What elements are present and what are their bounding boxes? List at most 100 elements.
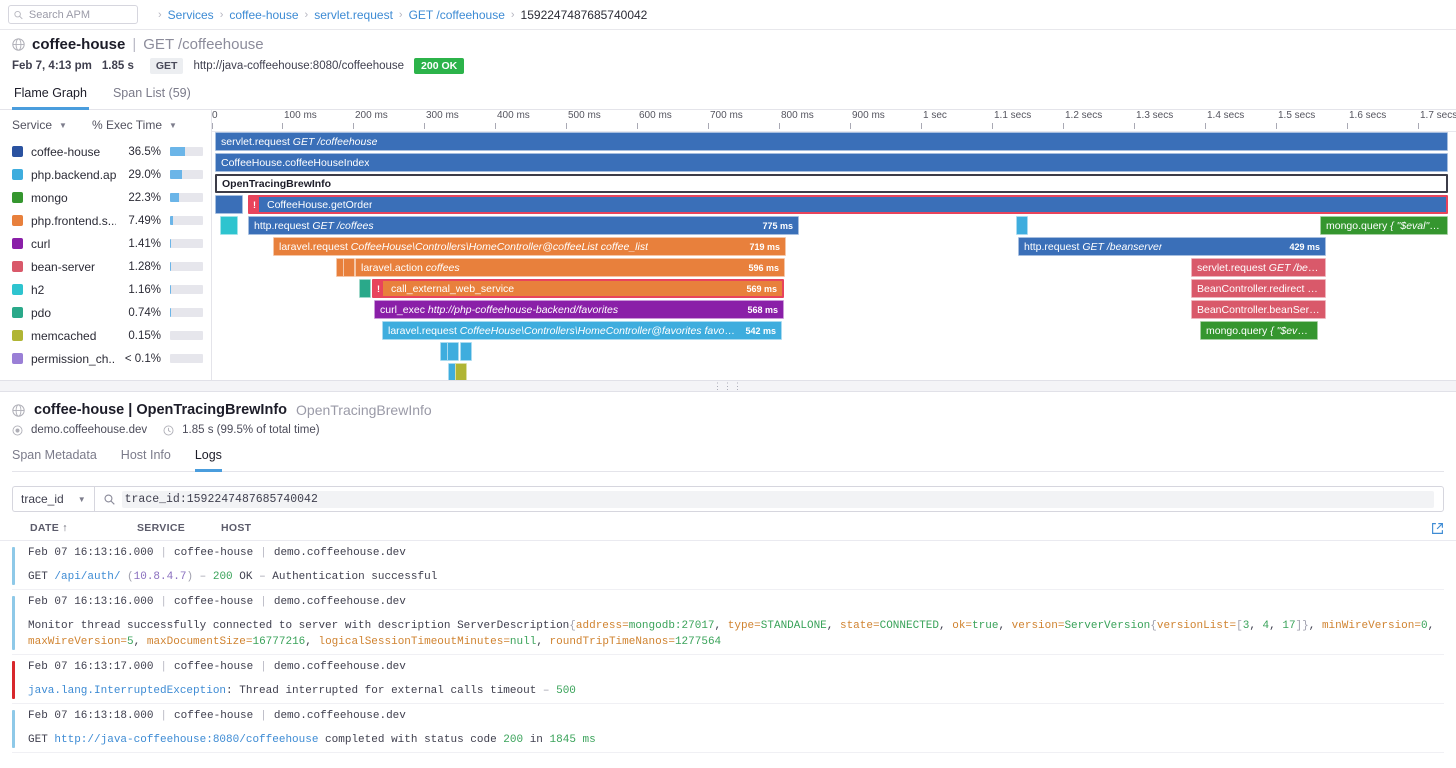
- flame-bar[interactable]: laravel.request CoffeeHouse\Controllers\…: [382, 321, 782, 340]
- flame-bar[interactable]: [215, 195, 243, 214]
- search-input[interactable]: [27, 8, 132, 22]
- log-token: 1277564: [675, 636, 721, 648]
- breadcrumb-sep: ›: [399, 9, 403, 21]
- flame-bar[interactable]: servlet.request GET /beanse...: [1191, 258, 1326, 277]
- error-marker-icon: !: [374, 281, 383, 296]
- top-bar: › Services › coffee-house › servlet.requ…: [0, 0, 1456, 30]
- service-color-swatch: [12, 192, 23, 203]
- exec-time-column-header[interactable]: % Exec Time ▼: [92, 118, 203, 132]
- service-legend-row[interactable]: bean-server1.28%: [0, 255, 211, 278]
- exec-time-column-label: % Exec Time: [92, 118, 162, 132]
- flame-bar[interactable]: curl_exec http://php-coffeehouse-backend…: [374, 300, 784, 319]
- log-token: ,: [939, 620, 952, 632]
- log-token: 500: [556, 685, 576, 697]
- axis-tick-label: 700 ms: [710, 110, 743, 121]
- flame-bar[interactable]: [359, 279, 371, 298]
- log-col-service[interactable]: SERVICE: [137, 522, 221, 534]
- service-column-header[interactable]: Service ▼: [12, 118, 92, 132]
- axis-tick-mark: [992, 123, 993, 129]
- tab-span-list[interactable]: Span List (59): [111, 82, 193, 110]
- log-entry[interactable]: Feb 07 16:13:16.000|coffee-house|demo.co…: [12, 541, 1444, 590]
- log-col-date[interactable]: DATE ↑: [12, 522, 137, 534]
- log-facet-select[interactable]: trace_id ▼: [12, 486, 94, 512]
- flame-graph-canvas[interactable]: 0100 ms200 ms300 ms400 ms500 ms600 ms700…: [212, 110, 1456, 380]
- flame-bar[interactable]: servlet.request GET /coffeehouse: [215, 132, 1448, 151]
- log-date: Feb 07 16:13:17.000: [28, 661, 153, 673]
- flame-bar[interactable]: [460, 342, 472, 361]
- breadcrumb-item-resource[interactable]: GET /coffeehouse: [409, 8, 505, 22]
- service-legend-row[interactable]: permission_ch...< 0.1%: [0, 347, 211, 370]
- flame-bar[interactable]: BeanController.beanServe...: [1191, 300, 1326, 319]
- flame-bar[interactable]: !call_external_web_service569 ms: [372, 279, 784, 298]
- service-name: memcached: [31, 329, 116, 343]
- service-name: coffee-house: [31, 145, 116, 159]
- axis-tick-mark: [495, 123, 496, 129]
- tab-span-metadata[interactable]: Span Metadata: [12, 448, 97, 472]
- trace-timestamp: Feb 7, 4:13 pm: [12, 60, 92, 72]
- external-link-icon[interactable]: [1431, 522, 1444, 535]
- log-entry[interactable]: Feb 07 16:13:17.000|coffee-house|demo.co…: [12, 655, 1444, 704]
- service-column-label: Service: [12, 118, 52, 132]
- flame-bar[interactable]: [220, 216, 238, 235]
- flame-bar[interactable]: laravel.action coffees596 ms: [355, 258, 785, 277]
- flame-bar[interactable]: [455, 363, 467, 380]
- log-token: 5: [127, 636, 134, 648]
- flame-bar[interactable]: mongo.query { "$eval" : "?",: [1320, 216, 1448, 235]
- breadcrumb-item-servlet-request[interactable]: servlet.request: [314, 8, 393, 22]
- log-query-box[interactable]: [94, 486, 1444, 512]
- service-legend-row[interactable]: php.backend.api29.0%: [0, 163, 211, 186]
- service-legend-row[interactable]: coffee-house36.5%: [0, 140, 211, 163]
- log-service: coffee-house: [174, 710, 253, 722]
- service-legend-row[interactable]: memcached0.15%: [0, 324, 211, 347]
- flame-bar[interactable]: BeanController.redirect 182...: [1191, 279, 1326, 298]
- log-col-host[interactable]: HOST: [221, 522, 1444, 534]
- breadcrumb-item-services[interactable]: Services: [168, 8, 214, 22]
- flame-bar[interactable]: laravel.request CoffeeHouse\Controllers\…: [273, 237, 786, 256]
- service-exec-pct: 22.3%: [116, 192, 161, 204]
- breadcrumb-item-coffee-house[interactable]: coffee-house: [229, 8, 298, 22]
- log-entry-body: Feb 07 16:13:17.000|coffee-house|demo.co…: [28, 661, 1444, 699]
- clock-icon: [163, 425, 174, 436]
- service-legend-row[interactable]: mongo22.3%: [0, 186, 211, 209]
- tab-host-info[interactable]: Host Info: [121, 448, 171, 472]
- log-token: ,: [1428, 620, 1435, 632]
- log-message: GET /api/auth/ (10.8.4.7) – 200 OK – Aut…: [28, 569, 1444, 585]
- log-query-input[interactable]: [122, 491, 1434, 508]
- flame-bar[interactable]: http.request GET /beanserver429 ms: [1018, 237, 1326, 256]
- flame-bar[interactable]: [343, 258, 355, 277]
- service-exec-bar: [170, 262, 203, 271]
- search-apm-box[interactable]: [8, 5, 138, 24]
- axis-tick-mark: [1063, 123, 1064, 129]
- flame-bar[interactable]: OpenTracingBrewInfo: [215, 174, 1448, 193]
- flame-bar-label: BeanController.beanServe...: [1197, 304, 1320, 316]
- service-exec-bar: [170, 147, 203, 156]
- log-token: ok=: [952, 620, 972, 632]
- tab-logs[interactable]: Logs: [195, 448, 222, 472]
- log-entry-meta: Feb 07 16:13:18.000|coffee-house|demo.co…: [28, 710, 1444, 722]
- log-token: –: [259, 571, 272, 583]
- service-color-swatch: [12, 330, 23, 341]
- panel-splitter[interactable]: ⋮⋮⋮: [0, 380, 1456, 392]
- flame-bars[interactable]: servlet.request GET /coffeehouse CoffeeHo…: [212, 132, 1456, 378]
- span-detail-title-row: coffee-house | OpenTracingBrewInfo OpenT…: [12, 402, 1444, 418]
- service-legend-row[interactable]: curl1.41%: [0, 232, 211, 255]
- service-name: curl: [31, 237, 116, 251]
- log-sep: |: [160, 661, 167, 673]
- service-exec-pct: 1.41%: [116, 238, 161, 250]
- service-color-swatch: [12, 146, 23, 157]
- service-legend-row[interactable]: pdo0.74%: [0, 301, 211, 324]
- flame-bar[interactable]: [1016, 216, 1028, 235]
- flame-bar[interactable]: http.request GET /coffees775 ms: [248, 216, 799, 235]
- flame-bar[interactable]: !CoffeeHouse.getOrder: [248, 195, 1448, 214]
- tab-flame-graph[interactable]: Flame Graph: [12, 82, 89, 110]
- flame-bar[interactable]: CoffeeHouse.coffeeHouseIndex: [215, 153, 1448, 172]
- axis-tick-label: 500 ms: [568, 110, 601, 121]
- service-legend-row[interactable]: php.frontend.s...7.49%: [0, 209, 211, 232]
- service-legend-row[interactable]: h21.16%: [0, 278, 211, 301]
- log-entry[interactable]: Feb 07 16:13:18.000|coffee-house|demo.co…: [12, 704, 1444, 753]
- axis-tick-mark: [708, 123, 709, 129]
- flame-bar[interactable]: [447, 342, 459, 361]
- log-entry[interactable]: Feb 07 16:13:16.000|coffee-house|demo.co…: [12, 590, 1444, 655]
- log-token: ,: [1269, 620, 1282, 632]
- flame-bar[interactable]: mongo.query { "$eval" : ...: [1200, 321, 1318, 340]
